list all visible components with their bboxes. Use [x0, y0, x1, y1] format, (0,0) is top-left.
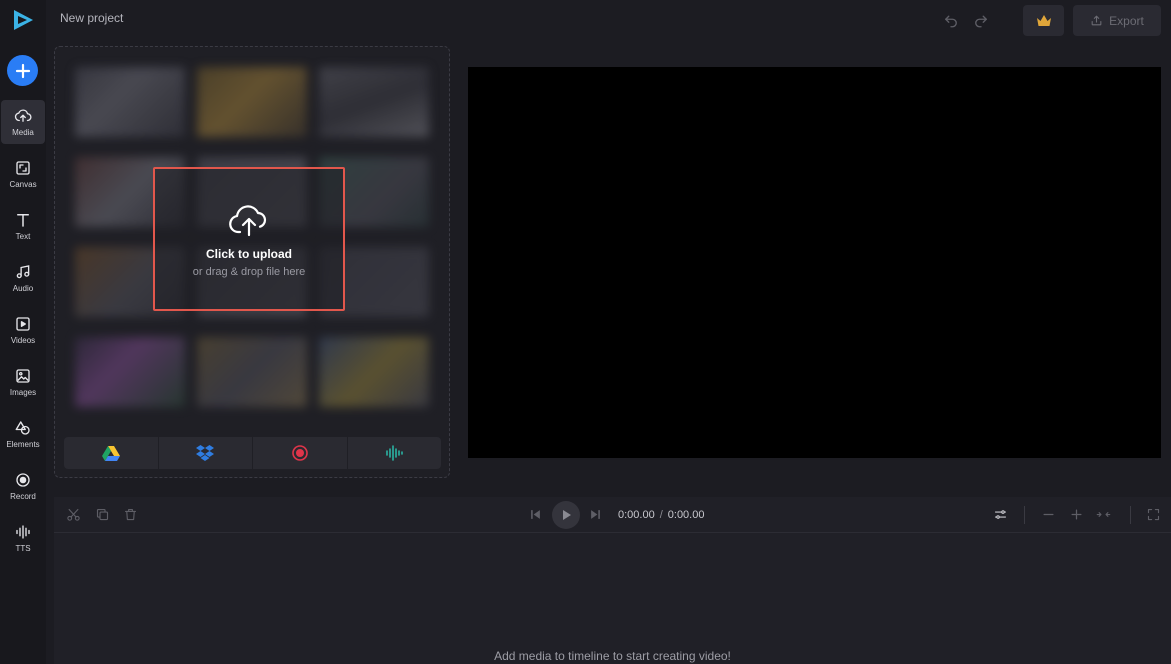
rail-item-images[interactable]: Images [1, 360, 45, 404]
crown-icon [1036, 14, 1051, 26]
undo-icon[interactable] [942, 11, 960, 29]
fullscreen-icon[interactable] [1146, 507, 1161, 522]
duplicate-icon[interactable] [95, 507, 110, 522]
record-icon [16, 473, 30, 487]
rail-label: TTS [15, 544, 31, 553]
rail-label: Text [15, 232, 31, 241]
google-drive-icon [101, 446, 120, 461]
upgrade-button[interactable] [1023, 5, 1064, 36]
rail-label: Audio [12, 284, 34, 293]
media-panel: Click to upload or drag & drop file here [54, 46, 450, 478]
rail-item-media[interactable]: Media [1, 100, 45, 144]
add-button[interactable] [7, 55, 38, 86]
timecode: 0:00.00 / 0:00.00 [618, 509, 704, 521]
thumbnail [319, 337, 429, 407]
fit-timeline-icon[interactable] [1096, 507, 1111, 522]
export-icon [1091, 15, 1102, 26]
audio-wave-icon [386, 445, 404, 461]
upload-dropzone[interactable]: Click to upload or drag & drop file here [153, 167, 345, 311]
upload-cloud-icon [229, 204, 267, 236]
rail-label: Media [12, 128, 34, 137]
rail-item-elements[interactable]: Elements [1, 412, 45, 456]
video-editor: Media Canvas Text Audio Videos Images El… [0, 0, 1171, 664]
total-time: 0:00.00 [667, 509, 705, 521]
timeline-toolbar: 0:00.00 / 0:00.00 [54, 497, 1171, 533]
record-screen-button[interactable] [253, 437, 348, 469]
google-drive-button[interactable] [64, 437, 159, 469]
export-button[interactable]: Export [1073, 5, 1161, 36]
thumbnail [319, 67, 429, 137]
skip-back-icon[interactable] [528, 507, 543, 522]
skip-forward-icon[interactable] [588, 507, 603, 522]
import-sources [64, 437, 441, 469]
thumbnail [75, 67, 185, 137]
rail-item-record[interactable]: Record [1, 464, 45, 508]
upload-title: Click to upload [205, 246, 292, 261]
timeline: 0:00.00 / 0:00.00 Add media to timeline to… [54, 497, 1171, 664]
rail-item-tts[interactable]: TTS [1, 516, 45, 560]
plus-icon [15, 63, 30, 78]
thumbnail [75, 337, 185, 407]
time-separator: / [659, 509, 663, 521]
redo-icon[interactable] [972, 11, 990, 29]
record-screen-icon [291, 445, 308, 461]
rail-label: Record [10, 492, 36, 501]
video-preview[interactable] [468, 67, 1161, 458]
current-time: 0:00.00 [618, 509, 655, 521]
dropbox-button[interactable] [159, 437, 253, 469]
app-logo-icon[interactable] [11, 8, 35, 32]
dropbox-icon [196, 445, 215, 461]
shapes-icon [15, 421, 30, 435]
project-title[interactable]: New project [60, 11, 123, 25]
rail-label: Elements [6, 440, 40, 449]
rail-item-canvas[interactable]: Canvas [1, 152, 45, 196]
timeline-empty-message: Add media to timeline to start creating … [494, 649, 731, 663]
thumbnail [197, 337, 307, 407]
upload-subtitle: or drag & drop file here [192, 265, 306, 278]
rail-label: Videos [10, 336, 36, 345]
play-icon [563, 510, 571, 520]
zoom-in-icon[interactable] [1069, 507, 1084, 522]
toolbar-divider [1130, 506, 1131, 524]
waveform-icon [16, 525, 30, 539]
thumbnail [197, 67, 307, 137]
trash-icon[interactable] [123, 507, 138, 522]
rail-item-videos[interactable]: Videos [1, 308, 45, 352]
rail-item-text[interactable]: Text [1, 204, 45, 248]
image-icon [16, 369, 30, 383]
audio-record-button[interactable] [348, 437, 442, 469]
play-button[interactable] [552, 501, 580, 529]
scissors-icon[interactable] [66, 507, 81, 522]
rail-label: Canvas [9, 180, 37, 189]
export-label: Export [1109, 13, 1144, 28]
zoom-out-icon[interactable] [1041, 507, 1056, 522]
music-note-icon [16, 265, 30, 279]
adjust-icon[interactable] [993, 507, 1008, 522]
video-icon [16, 317, 30, 331]
canvas-icon [16, 161, 30, 175]
text-icon [17, 214, 29, 227]
rail-item-audio[interactable]: Audio [1, 256, 45, 300]
upload-cloud-icon [14, 109, 32, 122]
toolbar-divider [1024, 506, 1025, 524]
left-rail: Media Canvas Text Audio Videos Images El… [0, 0, 46, 664]
rail-label: Images [9, 388, 37, 397]
